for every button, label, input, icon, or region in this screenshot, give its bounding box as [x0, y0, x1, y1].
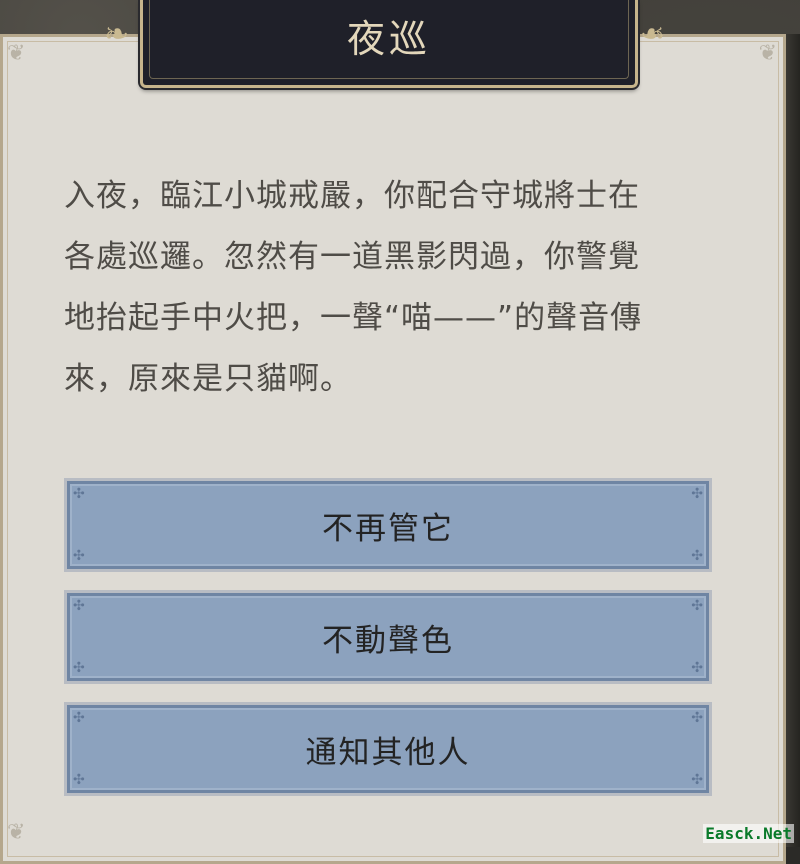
flourish-icon: ❦ — [758, 41, 777, 66]
corner-ornament-icon: ✣ — [691, 548, 703, 564]
choice-label: 不動聲色 — [322, 622, 454, 659]
panel-shadow-edge — [786, 34, 800, 847]
corner-ornament-icon: ✣ — [691, 598, 703, 614]
watermark: Easck.Net — [703, 824, 794, 843]
flourish-icon: ❦ — [7, 41, 26, 66]
choice-ignore-button[interactable]: ✣ ✣ ✣ ✣ 不再管它 — [64, 478, 712, 572]
choice-list: ✣ ✣ ✣ ✣ 不再管它 ✣ ✣ ✣ ✣ 不動聲色 ✣ ✣ ✣ ✣ 通知其他人 — [64, 478, 712, 814]
corner-ornament-icon: ✣ — [691, 710, 703, 726]
corner-ornament-icon: ✣ — [691, 772, 703, 788]
choice-stay-calm-button[interactable]: ✣ ✣ ✣ ✣ 不動聲色 — [64, 590, 712, 684]
choice-label: 不再管它 — [322, 510, 454, 547]
title-plaque: 夜巡 — [140, 0, 638, 88]
corner-ornament-icon: ✣ — [691, 486, 703, 502]
corner-ornament-icon: ✣ — [691, 660, 703, 676]
event-title: 夜巡 — [346, 17, 431, 61]
corner-ornament-icon: ✣ — [73, 710, 85, 726]
story-line: 來，原來是只貓啊。 — [64, 361, 352, 397]
flourish-icon: ❦ — [7, 820, 26, 845]
corner-ornament-icon: ✣ — [73, 660, 85, 676]
corner-ornament-icon: ✣ — [73, 772, 85, 788]
choice-notify-others-button[interactable]: ✣ ✣ ✣ ✣ 通知其他人 — [64, 702, 712, 796]
corner-ornament-icon: ✣ — [73, 486, 85, 502]
scroll-wing-icon: ❧ — [104, 17, 130, 52]
scroll-wing-icon: ❧ — [640, 17, 666, 52]
corner-ornament-icon: ✣ — [73, 598, 85, 614]
story-line: 入夜，臨江小城戒嚴，你配合守城將士在 — [64, 178, 640, 214]
choice-label: 通知其他人 — [305, 734, 471, 771]
event-story-text: 入夜，臨江小城戒嚴，你配合守城將士在 各處巡邏。忽然有一道黑影閃過，你警覺 地抬… — [64, 166, 724, 410]
story-line: 地抬起手中火把，一聲“喵——”的聲音傳 — [64, 300, 643, 336]
story-line: 各處巡邏。忽然有一道黑影閃過，你警覺 — [64, 239, 640, 275]
corner-ornament-icon: ✣ — [73, 548, 85, 564]
